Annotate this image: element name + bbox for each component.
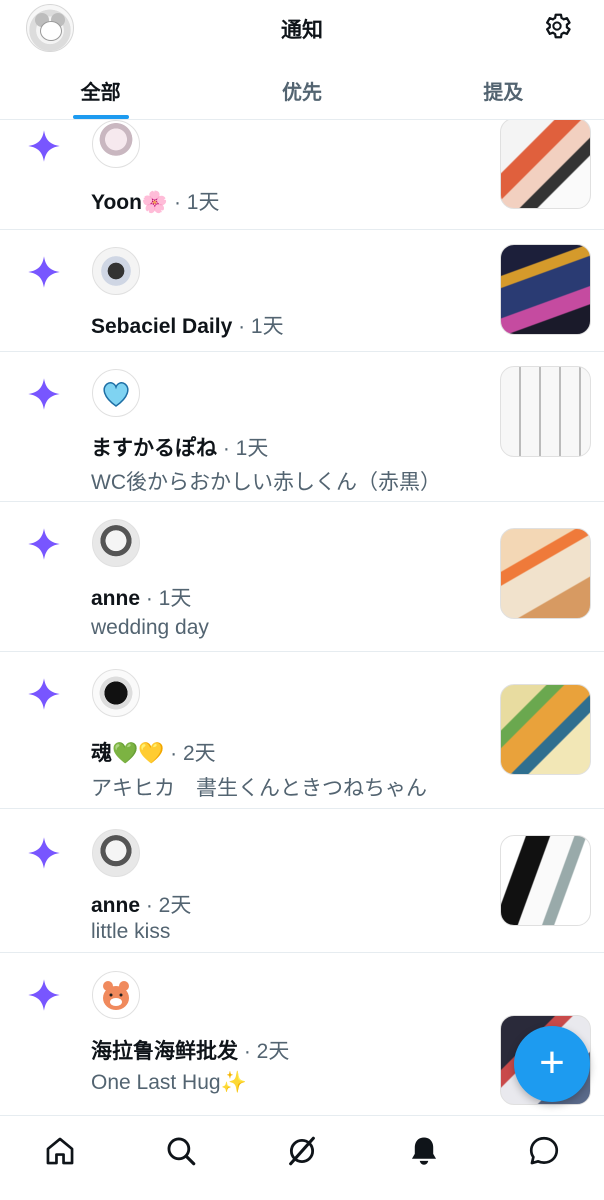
- sparkle-icon: [28, 678, 60, 710]
- timestamp: · 1天: [173, 191, 220, 214]
- notification-header: Yoon🌸 · 1天: [91, 186, 219, 216]
- notification-item[interactable]: 海拉鲁海鲜批发 · 2天 One Last Hug✨: [0, 953, 604, 1115]
- avatar[interactable]: [92, 369, 140, 417]
- media-thumbnail[interactable]: [500, 366, 591, 457]
- notification-item[interactable]: anne · 2天 little kiss: [0, 809, 604, 953]
- user-name[interactable]: Yoon🌸: [91, 191, 168, 214]
- user-name[interactable]: ますかるぽね: [91, 437, 217, 460]
- chat-icon[interactable]: [527, 1134, 561, 1168]
- heart-icon: [103, 382, 129, 407]
- user-name[interactable]: anne: [91, 894, 140, 917]
- notification-item[interactable]: anne · 1天 wedding day: [0, 502, 604, 652]
- notification-item[interactable]: ますかるぽね · 1天 WC後からおかしい赤しくん（赤黒）: [0, 352, 604, 502]
- media-thumbnail[interactable]: [500, 120, 591, 209]
- media-thumbnail[interactable]: [500, 684, 591, 775]
- sparkle-icon: [28, 837, 60, 869]
- notification-tabs: 全部 优先 提及: [0, 56, 604, 120]
- notification-item[interactable]: Sebaciel Daily · 1天: [0, 230, 604, 352]
- active-tab-indicator: [72, 115, 129, 119]
- notification-header: anne · 1天: [91, 582, 191, 612]
- notification-list: Yoon🌸 · 1天 Sebaciel Daily · 1天 ますかるぽね · …: [0, 120, 604, 1115]
- user-name[interactable]: anne: [91, 587, 140, 610]
- notification-header: 魂💚💛 · 2天: [91, 737, 216, 767]
- tab-label: 全部: [80, 82, 121, 104]
- post-text: One Last Hug✨: [91, 1071, 247, 1094]
- search-icon[interactable]: [164, 1134, 198, 1168]
- user-name[interactable]: 海拉鲁海鲜批发: [91, 1040, 238, 1063]
- top-bar: 通知: [0, 0, 604, 56]
- notification-header: ますかるぽね · 1天: [91, 432, 268, 462]
- post-text: wedding day: [91, 616, 209, 639]
- user-name[interactable]: 魂💚💛: [91, 742, 164, 765]
- home-icon[interactable]: [43, 1134, 77, 1168]
- timestamp: · 2天: [145, 894, 192, 917]
- media-thumbnail[interactable]: [500, 835, 591, 926]
- timestamp: · 2天: [243, 1040, 290, 1063]
- sparkle-icon: [28, 378, 60, 410]
- page-title: 通知: [281, 19, 323, 42]
- tab-all[interactable]: 全部: [0, 56, 201, 119]
- notification-header: 海拉鲁海鲜批发 · 2天: [91, 1035, 289, 1065]
- timestamp: · 1天: [238, 315, 284, 338]
- tab-label: 优先: [281, 82, 322, 104]
- sparkle-icon: [28, 979, 60, 1011]
- post-text: アキヒカ 書生くんときつねちゃん: [91, 777, 427, 800]
- notification-item[interactable]: 魂💚💛 · 2天 アキヒカ 書生くんときつねちゃん: [0, 652, 604, 809]
- avatar[interactable]: [92, 519, 140, 567]
- timestamp: · 2天: [170, 742, 216, 765]
- media-thumbnail[interactable]: [500, 528, 591, 619]
- avatar[interactable]: [92, 247, 140, 295]
- bottom-nav: [0, 1115, 604, 1200]
- avatar[interactable]: [92, 829, 140, 877]
- tab-label: 提及: [483, 82, 524, 104]
- gear-icon[interactable]: [541, 10, 573, 42]
- tab-mentions[interactable]: 提及: [403, 56, 604, 119]
- sparkle-icon: [28, 256, 60, 288]
- media-thumbnail[interactable]: [500, 244, 591, 335]
- bell-icon[interactable]: [407, 1134, 441, 1168]
- notification-header: anne · 2天: [91, 889, 191, 919]
- avatar[interactable]: [92, 669, 140, 717]
- post-text: little kiss: [91, 920, 171, 943]
- timestamp: · 1天: [222, 437, 269, 460]
- bear-icon: [103, 981, 129, 1010]
- sparkle-icon: [28, 528, 60, 560]
- compose-button[interactable]: +: [514, 1026, 590, 1102]
- notification-item[interactable]: Yoon🌸 · 1天: [0, 120, 604, 230]
- user-name[interactable]: Sebaciel Daily: [91, 315, 232, 338]
- grok-icon[interactable]: [285, 1134, 319, 1168]
- timestamp: · 1天: [145, 587, 192, 610]
- tab-priority[interactable]: 优先: [201, 56, 402, 119]
- notification-header: Sebaciel Daily · 1天: [91, 310, 284, 340]
- post-text: WC後からおかしい赤しくん（赤黒）: [91, 471, 441, 494]
- avatar[interactable]: [92, 971, 140, 1019]
- avatar[interactable]: [92, 120, 140, 168]
- sparkle-icon: [28, 130, 60, 162]
